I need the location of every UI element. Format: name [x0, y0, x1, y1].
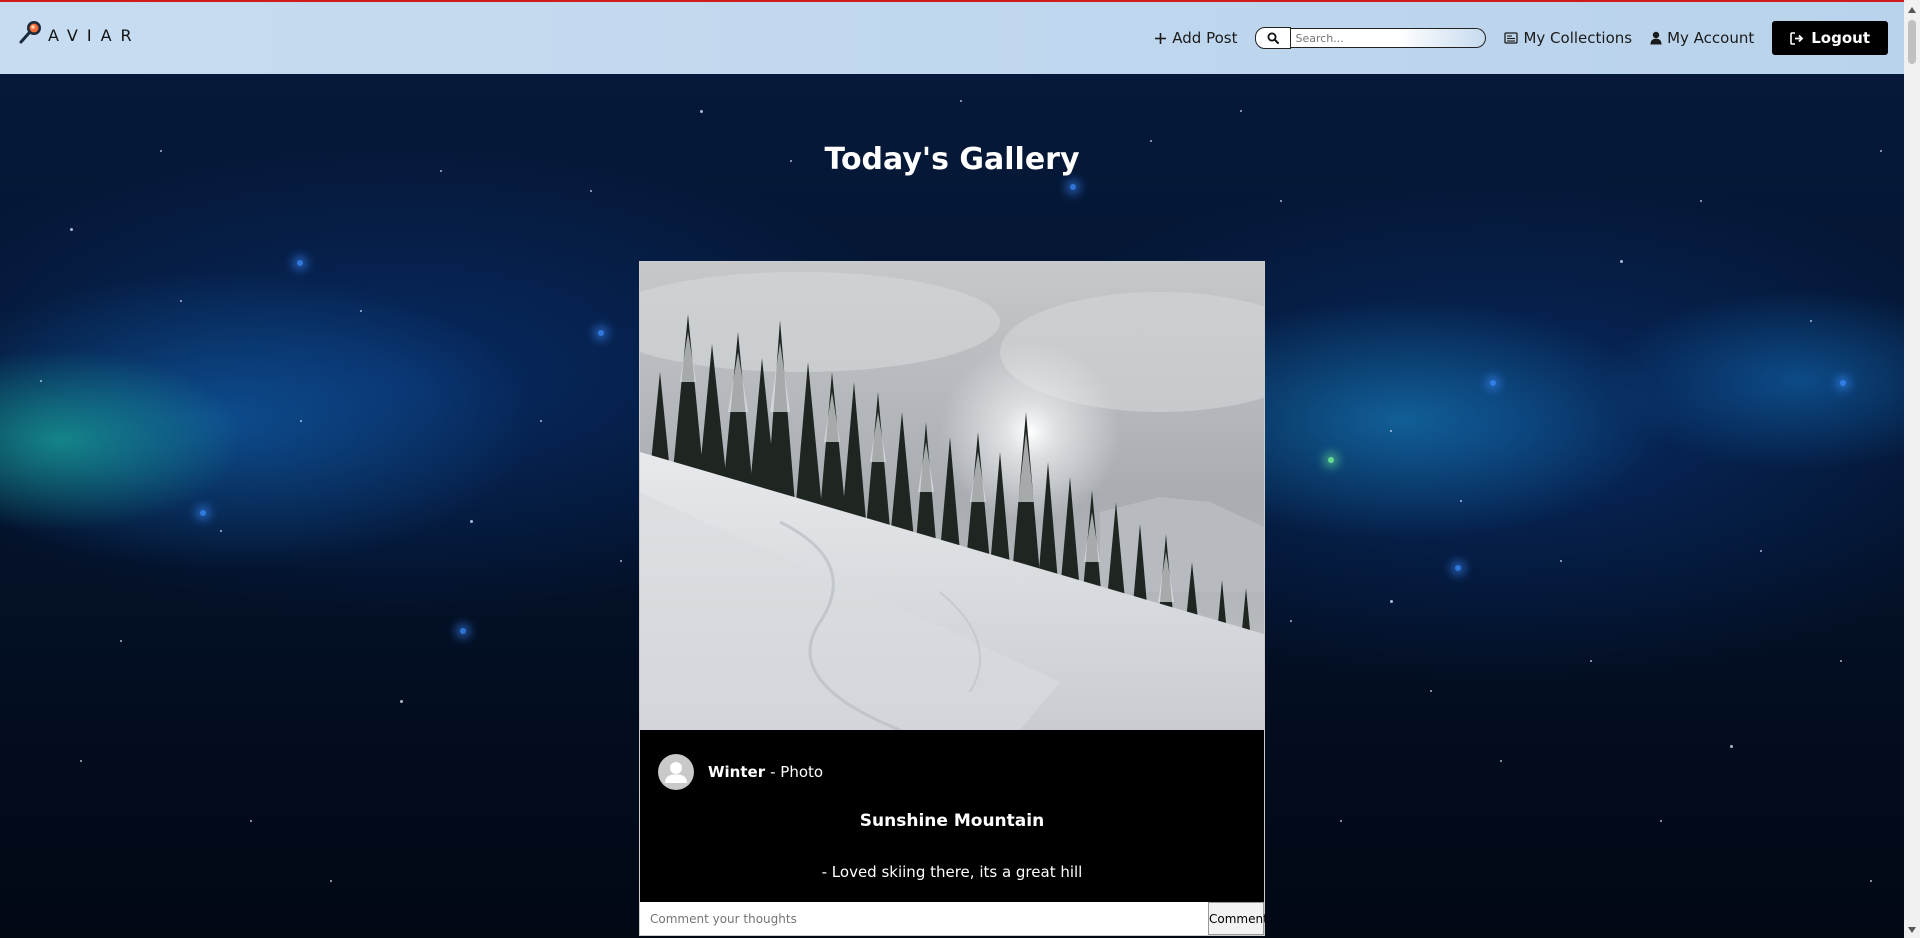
- my-collections-link[interactable]: My Collections: [1504, 29, 1632, 47]
- comment-button[interactable]: Comment: [1208, 902, 1268, 935]
- post-photo[interactable]: [640, 262, 1264, 730]
- post-type: - Photo: [770, 763, 824, 781]
- my-account-label: My Account: [1667, 29, 1755, 47]
- logout-label: Logout: [1811, 29, 1870, 47]
- logout-button[interactable]: Logout: [1772, 21, 1888, 55]
- my-collections-label: My Collections: [1523, 29, 1633, 47]
- post-author[interactable]: Winter - Photo: [658, 754, 823, 790]
- top-navbar: AVIAR Add Post Search... My Collections …: [0, 2, 1904, 74]
- my-account-link[interactable]: My Account: [1650, 29, 1754, 47]
- brand-logo[interactable]: AVIAR: [18, 20, 141, 45]
- post-details: Winter - Photo Sunshine Mountain - Loved…: [640, 730, 1264, 902]
- brand-name: AVIAR: [48, 26, 141, 45]
- author-name[interactable]: Winter: [708, 763, 765, 781]
- post-title: Sunshine Mountain: [859, 811, 1045, 831]
- comment-form: Comment: [640, 902, 1268, 935]
- main-nav: Add Post My Collections: [1154, 2, 1888, 74]
- add-post-label: Add Post: [1172, 29, 1238, 47]
- page-scrollbar[interactable]: [1904, 0, 1920, 938]
- search-icon: [1267, 32, 1280, 44]
- collection-icon: [1504, 32, 1519, 44]
- post-card: Winter - Photo Sunshine Mountain - Loved…: [639, 261, 1268, 936]
- page-title: Today's Gallery: [824, 142, 1080, 177]
- search-button[interactable]: [1255, 27, 1292, 49]
- add-post-link[interactable]: Add Post: [1154, 29, 1237, 47]
- avatar[interactable]: [658, 754, 694, 790]
- search-input[interactable]: [1291, 28, 1487, 48]
- post-description: - Loved skiing there, its a great hill: [821, 863, 1083, 881]
- magnifier-logo-icon: [18, 20, 41, 44]
- sign-out-icon: [1790, 31, 1804, 45]
- scroll-down-arrow-icon[interactable]: [1904, 922, 1920, 938]
- default-user-icon: [665, 762, 687, 783]
- search-bar: [1255, 27, 1487, 49]
- scrollbar-thumb[interactable]: [1908, 20, 1916, 64]
- comment-input[interactable]: [640, 902, 1208, 935]
- scroll-up-arrow-icon[interactable]: [1904, 2, 1920, 18]
- plus-icon: [1155, 32, 1167, 44]
- user-icon: [1650, 31, 1662, 45]
